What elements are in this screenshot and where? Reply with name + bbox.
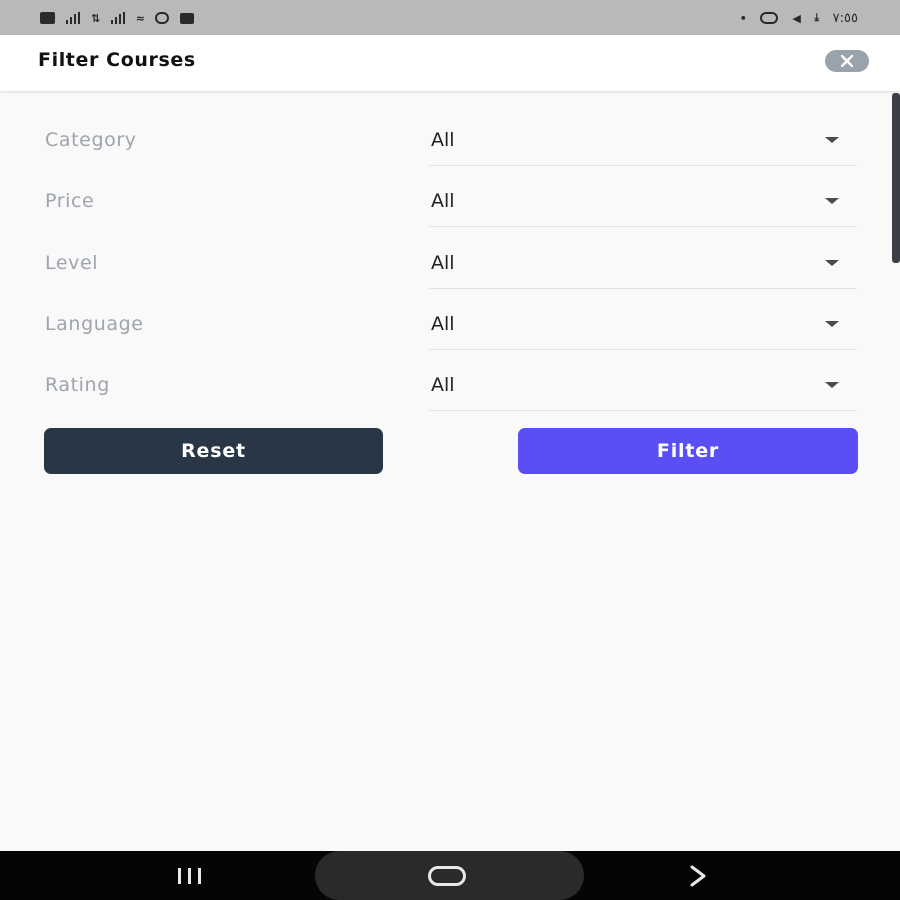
filter-label: Rating [45, 374, 110, 396]
rating-select[interactable]: All [429, 362, 857, 411]
filter-label: Level [45, 252, 99, 274]
filter-row-category: Category All [0, 117, 900, 167]
chevron-down-icon [825, 137, 839, 143]
price-select[interactable]: All [429, 178, 857, 227]
dot-icon: • [739, 11, 747, 25]
level-select[interactable]: All [429, 240, 857, 289]
status-bar: ⇅ ≈ • ◀ ⤓ ٧:٥٥ [0, 0, 900, 35]
settings-icon [155, 12, 170, 24]
filter-row-level: Level All [0, 240, 900, 290]
close-button[interactable] [825, 50, 869, 72]
filter-label: Price [45, 190, 95, 212]
filter-row-rating: Rating All [0, 362, 900, 412]
status-icons-left: ⇅ ≈ [40, 9, 195, 27]
language-select[interactable]: All [429, 301, 857, 350]
reset-button[interactable]: Reset [44, 428, 383, 474]
home-icon[interactable] [428, 866, 466, 886]
wifi-icon: ≈ [135, 11, 145, 25]
select-value: All [431, 374, 455, 396]
system-nav-bar [0, 851, 900, 900]
chevron-down-icon [825, 198, 839, 204]
filter-row-price: Price All [0, 178, 900, 228]
status-time: ٧:٥٥ [832, 10, 858, 26]
status-icons-right: • ◀ ⤓ ٧:٥٥ [740, 9, 858, 27]
select-value: All [431, 313, 455, 335]
data-icon: ⇅ [91, 11, 100, 25]
select-value: All [431, 252, 455, 274]
page-title: Filter Courses [38, 49, 196, 71]
category-select[interactable]: All [429, 117, 857, 166]
modal-header: Filter Courses [0, 35, 900, 91]
signal-icon [66, 12, 80, 24]
filter-label: Language [45, 313, 144, 335]
telegram-icon: ◀ [792, 11, 801, 25]
close-icon [841, 55, 853, 67]
filter-label: Category [45, 129, 137, 151]
filter-button[interactable]: Filter [518, 428, 858, 474]
camera-icon [180, 12, 195, 24]
whatsapp-icon [760, 12, 779, 24]
recents-icon[interactable] [178, 868, 214, 884]
sim-icon [40, 12, 55, 24]
chevron-down-icon [825, 321, 839, 327]
download-icon: ⤓ [814, 11, 819, 24]
chevron-down-icon [825, 382, 839, 388]
filter-row-language: Language All [0, 301, 900, 351]
back-icon[interactable] [688, 861, 710, 891]
select-value: All [431, 129, 455, 151]
chevron-down-icon [825, 260, 839, 266]
signal-icon [110, 12, 125, 24]
select-value: All [431, 190, 455, 212]
